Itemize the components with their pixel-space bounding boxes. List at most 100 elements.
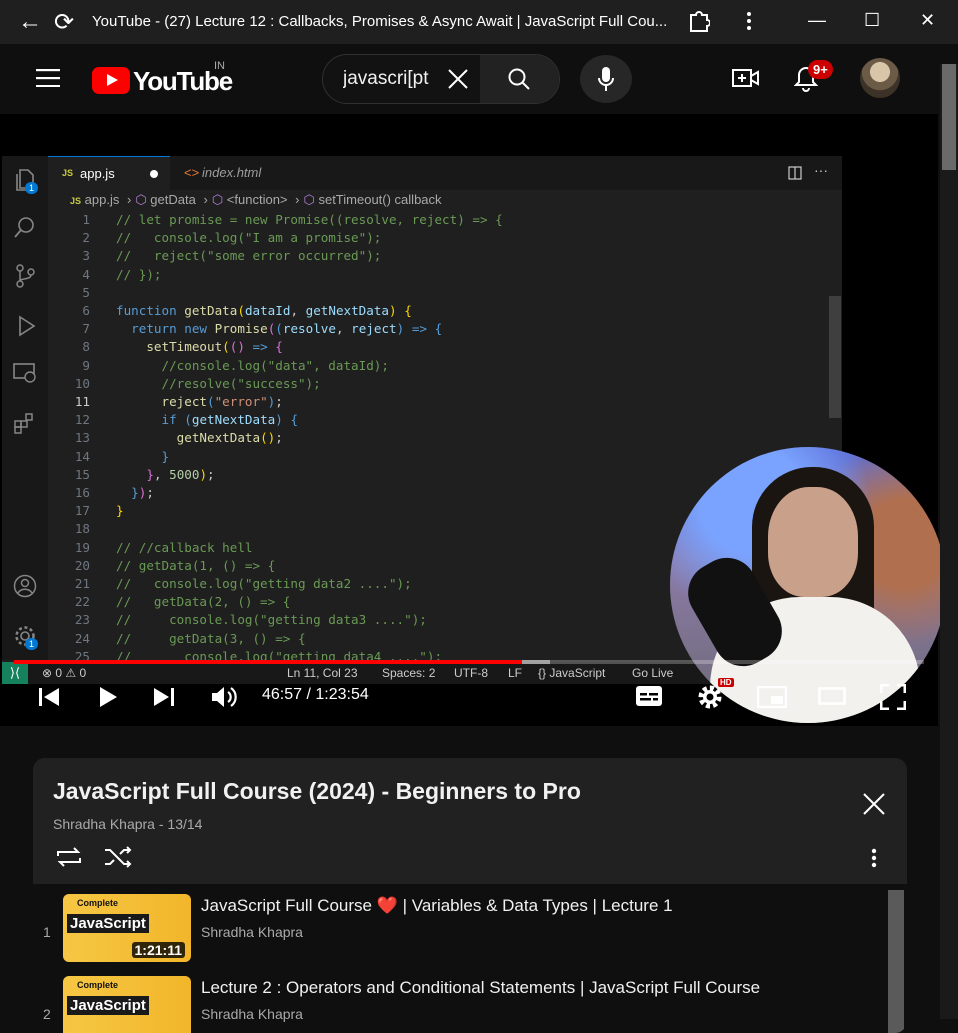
player-controls: 46:57 / 1:23:54 HD [0,678,938,726]
clear-search-icon[interactable] [447,68,469,95]
hd-badge: HD [718,678,734,687]
loop-playlist-icon[interactable] [54,846,84,873]
line-number: 12 [74,412,90,428]
more-actions-icon: ··· [814,162,828,178]
fullscreen-icon[interactable] [879,683,907,715]
shuffle-icon[interactable] [103,846,133,873]
minimize-icon[interactable]: — [808,10,826,31]
search-box[interactable]: javascri[pt [322,54,560,104]
playlist-items: 1 Complete JavaScript 1:21:11 JavaScript… [33,884,907,1033]
code-line: }, 5000); [146,466,215,482]
extensions-icon[interactable] [688,9,711,38]
notification-count-badge: 9+ [808,60,833,79]
code-line: function getData(dataId, getNextData) { [116,303,412,318]
close-playlist-icon[interactable] [862,792,886,821]
create-video-icon[interactable] [732,67,760,94]
editor-tabs: JS app.js <> index.html ··· [48,156,842,191]
line-number: 21 [74,576,90,591]
unsaved-dot-icon [150,170,158,178]
problems-count: ⊗ 0 ⚠ 0 [42,666,87,680]
code-line: // console.log("I am a promise"); [116,230,382,246]
code-line: reject("error"); [161,394,283,409]
video-title[interactable]: JavaScript Full Course ❤️ | Variables & … [201,896,673,916]
line-number: 23 [74,612,90,628]
youtube-logo-icon[interactable] [92,67,130,94]
video-author[interactable]: Shradha Khapra [201,924,303,940]
youtube-header: YouTube IN javascri[pt 9+ [0,44,938,114]
next-icon[interactable] [153,686,175,713]
run-debug-icon [12,314,38,340]
subtitles-icon[interactable] [635,685,663,712]
search-button[interactable] [480,55,559,103]
line-number: 13 [74,430,90,446]
more-menu-icon[interactable] [746,11,752,36]
remote-explorer-icon [12,362,38,388]
presenter-face [768,487,858,597]
code-line: //resolve("success"); [161,375,321,391]
line-number: 22 [74,594,90,610]
playlist-scrollbar[interactable] [888,890,904,1033]
thumb-complete-label: Complete [77,980,119,990]
cursor-position: Ln 11, Col 23 [287,666,358,680]
language-mode: {} JavaScript [538,666,606,680]
breadcrumb: JS app.js › ⬡ getData › ⬡ <function> › ⬡ se… [70,192,442,207]
video-thumbnail[interactable]: Complete JavaScript 1:21:11 [63,894,191,962]
search-input[interactable]: javascri[pt [343,68,443,90]
thumb-js-label: JavaScript [67,914,149,933]
tab-app-js: JS app.js [48,156,170,191]
theater-mode-icon[interactable] [818,687,846,710]
microphone-icon [598,67,614,91]
split-editor-icon [788,166,802,185]
playlist-item[interactable]: 2 Complete JavaScript Lecture 2 : Operat… [33,966,888,1033]
code-line: // getData(2, () => { [116,594,291,610]
video-duration: 1:21:11 [131,942,185,958]
js-file-icon: JS [62,168,74,178]
tab-index-html: <> index.html [170,156,280,190]
tab-label: index.html [202,165,262,180]
breadcrumb-function: getData [150,192,196,207]
play-icon[interactable] [98,686,118,713]
video-title[interactable]: Lecture 2 : Operators and Conditional St… [201,978,760,998]
window-scrollbar-track[interactable] [940,64,958,1019]
line-number: 3 [82,248,90,264]
thumb-complete-label: Complete [77,898,119,908]
hamburger-menu-icon[interactable] [36,69,60,92]
code-line: // //callback hell [116,539,253,555]
line-number: 18 [74,521,90,537]
voice-search-button[interactable] [580,55,632,103]
code-line: // let promise = new Promise((resolve, r… [116,212,503,227]
thumb-js-label: JavaScript [67,996,149,1015]
reload-icon[interactable]: ⟳ [54,8,74,37]
playlist-item[interactable]: 1 Complete JavaScript 1:21:11 JavaScript… [33,884,888,966]
close-icon[interactable]: ✕ [920,10,935,31]
previous-icon[interactable] [38,686,60,713]
line-ending: LF [508,666,523,680]
line-number: 8 [82,339,90,355]
user-avatar[interactable] [860,58,900,98]
explorer-badge: 1 [25,182,39,194]
line-number: 24 [74,630,90,646]
code-line: //console.log("data", dataId); [161,357,389,373]
maximize-icon[interactable]: ☐ [864,10,880,31]
video-thumbnail[interactable]: Complete JavaScript [63,976,191,1033]
line-number: 11 [74,394,90,409]
back-arrow-icon[interactable]: ← [18,8,42,36]
code-line: // getData(1, () => { [116,557,276,573]
source-control-icon [12,264,38,290]
extensions-icon [12,412,38,438]
video-author[interactable]: Shradha Khapra [201,1006,303,1022]
window-title: YouTube - (27) Lecture 12 : Callbacks, P… [92,13,668,30]
line-number: 17 [74,503,90,519]
volume-icon[interactable] [210,684,238,715]
code-line: // }); [116,266,162,282]
settings-gear-icon[interactable] [697,684,723,715]
miniplayer-icon[interactable] [756,685,788,713]
window-scrollbar-thumb[interactable] [942,64,956,170]
webcam-overlay [670,447,946,723]
code-line: getNextData(); [176,430,283,446]
code-line: if (getNextData) { [161,412,299,428]
go-live: Go Live [632,666,674,680]
code-line: // reject("some error occurred"); [116,248,382,264]
playlist-title[interactable]: JavaScript Full Course (2024) - Beginner… [53,778,581,805]
playlist-more-icon[interactable] [871,848,877,873]
